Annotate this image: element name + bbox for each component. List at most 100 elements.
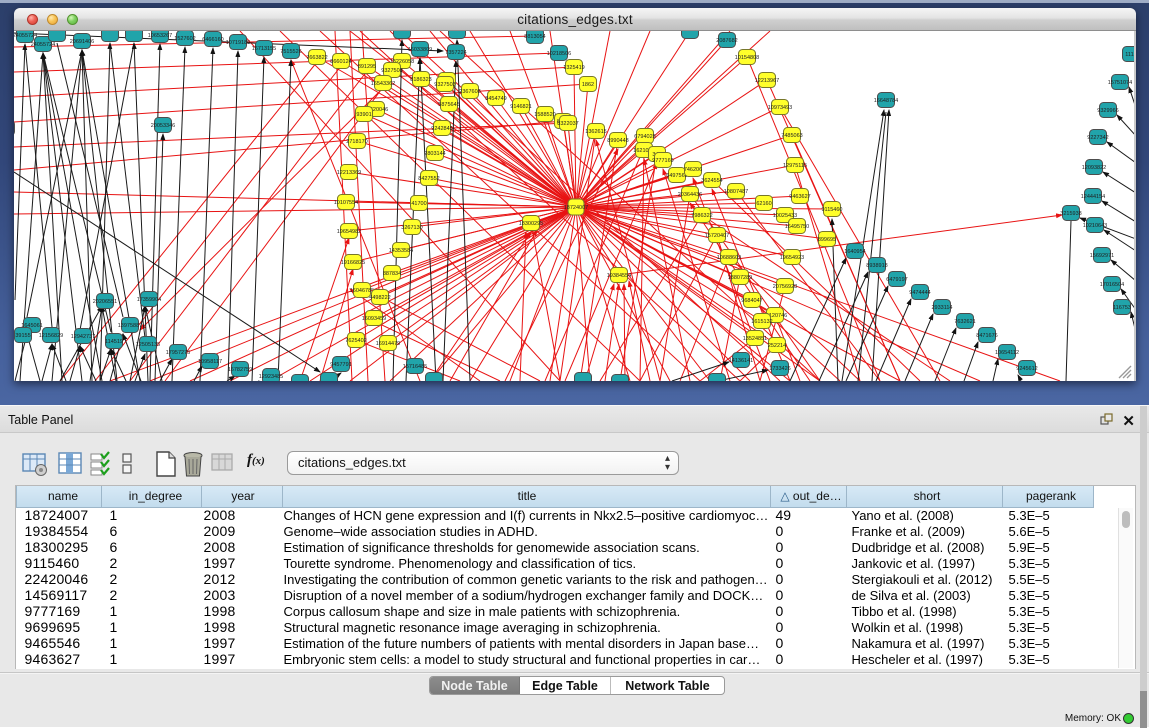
- svg-text:7986322: 7986322: [691, 213, 712, 219]
- svg-text:2367608: 2367608: [459, 89, 480, 95]
- svg-text:10958117: 10958117: [198, 359, 222, 365]
- svg-text:10210643: 10210643: [1083, 223, 1107, 229]
- svg-text:9227342: 9227342: [1087, 135, 1108, 141]
- svg-text:20691406: 20691406: [70, 39, 94, 45]
- svg-text:16543362: 16543362: [371, 81, 395, 87]
- svg-text:10688609: 10688609: [717, 255, 741, 261]
- svg-text:12975115: 12975115: [783, 163, 807, 169]
- svg-text:10807487: 10807487: [724, 189, 748, 195]
- svg-text:4498222: 4498222: [369, 295, 390, 301]
- svg-text:15692971: 15692971: [1090, 253, 1114, 259]
- svg-text:1588520: 1588520: [534, 112, 555, 118]
- svg-text:9777169: 9777169: [652, 158, 673, 164]
- svg-text:12093822: 12093822: [1082, 165, 1106, 171]
- svg-text:15751074: 15751074: [1108, 80, 1132, 86]
- svg-text:10218506: 10218506: [547, 51, 571, 57]
- svg-text:6466160: 6466160: [202, 37, 223, 43]
- svg-text:18807289: 18807289: [728, 275, 752, 281]
- svg-text:8322037: 8322037: [557, 121, 578, 127]
- svg-text:2718170: 2718170: [346, 139, 367, 145]
- svg-text:16046785: 16046785: [350, 288, 374, 294]
- svg-text:19384554: 19384554: [607, 273, 631, 279]
- svg-text:9327508: 9327508: [381, 68, 402, 74]
- svg-text:1733426: 1733426: [769, 366, 790, 372]
- svg-text:9146821: 9146821: [510, 104, 531, 110]
- svg-text:14353584: 14353584: [389, 248, 413, 254]
- svg-text:12213369: 12213369: [337, 170, 361, 176]
- svg-text:10107554: 10107554: [334, 200, 358, 206]
- svg-text:9457791: 9457791: [330, 362, 351, 368]
- svg-text:12505135: 12505135: [136, 342, 160, 348]
- svg-text:8471676: 8471676: [976, 333, 997, 339]
- svg-text:10653267: 10653267: [148, 33, 172, 39]
- svg-text:12444154: 12444154: [1081, 194, 1105, 200]
- svg-text:24055724: 24055724: [31, 42, 55, 48]
- svg-text:7485063: 7485063: [781, 133, 802, 139]
- svg-text:6794028: 6794028: [634, 134, 655, 140]
- svg-text:116753: 116753: [1113, 305, 1131, 311]
- svg-text:39155: 39155: [15, 333, 30, 339]
- svg-text:16495750: 16495750: [785, 224, 809, 230]
- svg-text:8186323: 8186323: [410, 77, 431, 83]
- svg-text:10654112: 10654112: [995, 350, 1019, 356]
- svg-text:20053346: 20053346: [151, 123, 175, 129]
- svg-text:1862: 1862: [582, 82, 594, 88]
- svg-text:17359904: 17359904: [137, 297, 161, 303]
- svg-text:887834: 887834: [383, 271, 401, 277]
- svg-text:891295: 891295: [358, 64, 376, 70]
- svg-text:9115460: 9115460: [821, 207, 842, 213]
- svg-text:1362615: 1362615: [585, 129, 606, 135]
- svg-text:9245612: 9245612: [1016, 366, 1037, 372]
- svg-text:13975887: 13975887: [118, 323, 142, 329]
- svg-text:10719185: 10719185: [226, 40, 250, 46]
- svg-text:7625402: 7625402: [345, 338, 366, 344]
- svg-text:8427552: 8427552: [418, 176, 439, 182]
- svg-text:12923485: 12923485: [259, 374, 283, 380]
- svg-text:16713155: 16713155: [252, 46, 276, 52]
- svg-text:9684047: 9684047: [741, 298, 762, 304]
- svg-text:9327503: 9327503: [434, 82, 455, 88]
- svg-text:9242845: 9242845: [431, 126, 452, 132]
- svg-text:7515526: 7515526: [280, 49, 301, 55]
- svg-text:16914479: 16914479: [376, 341, 400, 347]
- svg-text:8938918: 8938918: [866, 263, 887, 269]
- svg-text:14136141: 14136141: [729, 358, 753, 364]
- svg-text:12156829: 12156829: [39, 333, 63, 339]
- svg-text:1615132: 1615132: [751, 319, 772, 325]
- svg-text:2933114: 2933114: [931, 305, 952, 311]
- svg-text:3267130: 3267130: [401, 225, 422, 231]
- svg-text:17016504: 17016504: [1100, 282, 1124, 288]
- svg-text:16782759: 16782759: [228, 367, 252, 373]
- svg-text:9329966: 9329966: [1097, 108, 1118, 114]
- svg-text:7357224: 7357224: [445, 50, 466, 56]
- svg-text:1325419: 1325419: [563, 65, 584, 71]
- svg-text:15720407: 15720407: [705, 233, 729, 239]
- svg-text:746206: 746206: [684, 167, 702, 173]
- svg-text:8454749: 8454749: [485, 96, 506, 102]
- svg-text:2803144: 2803144: [424, 151, 445, 157]
- svg-text:62160: 62160: [756, 201, 771, 207]
- svg-text:1640954: 1640954: [844, 249, 865, 255]
- svg-text:252214: 252214: [768, 343, 786, 349]
- svg-text:9474444: 9474444: [909, 290, 930, 296]
- svg-text:1112: 1112: [1125, 52, 1136, 58]
- svg-text:12942737: 12942737: [71, 334, 95, 340]
- svg-text:19654982: 19654982: [337, 229, 361, 235]
- svg-text:10154808: 10154808: [735, 55, 759, 61]
- svg-text:3624554: 3624554: [701, 178, 722, 184]
- svg-text:8813054: 8813054: [524, 34, 545, 40]
- svg-text:18724007: 18724007: [564, 205, 588, 211]
- svg-text:20364436: 20364436: [678, 192, 702, 198]
- svg-text:8660124: 8660124: [330, 59, 351, 65]
- svg-text:20756928: 20756928: [773, 284, 797, 290]
- svg-text:19166825: 19166825: [341, 260, 365, 266]
- svg-text:8990448: 8990448: [607, 138, 628, 144]
- svg-text:10973493: 10973493: [768, 105, 792, 111]
- svg-text:7663822: 7663822: [306, 55, 327, 61]
- svg-text:13524851: 13524851: [743, 336, 767, 342]
- svg-text:24055724: 24055724: [14, 33, 37, 39]
- svg-text:16648784: 16648784: [874, 98, 898, 104]
- svg-text:19654923: 19654923: [780, 255, 804, 261]
- svg-text:17957275: 17957275: [166, 350, 190, 356]
- svg-text:6479197: 6479197: [886, 277, 907, 283]
